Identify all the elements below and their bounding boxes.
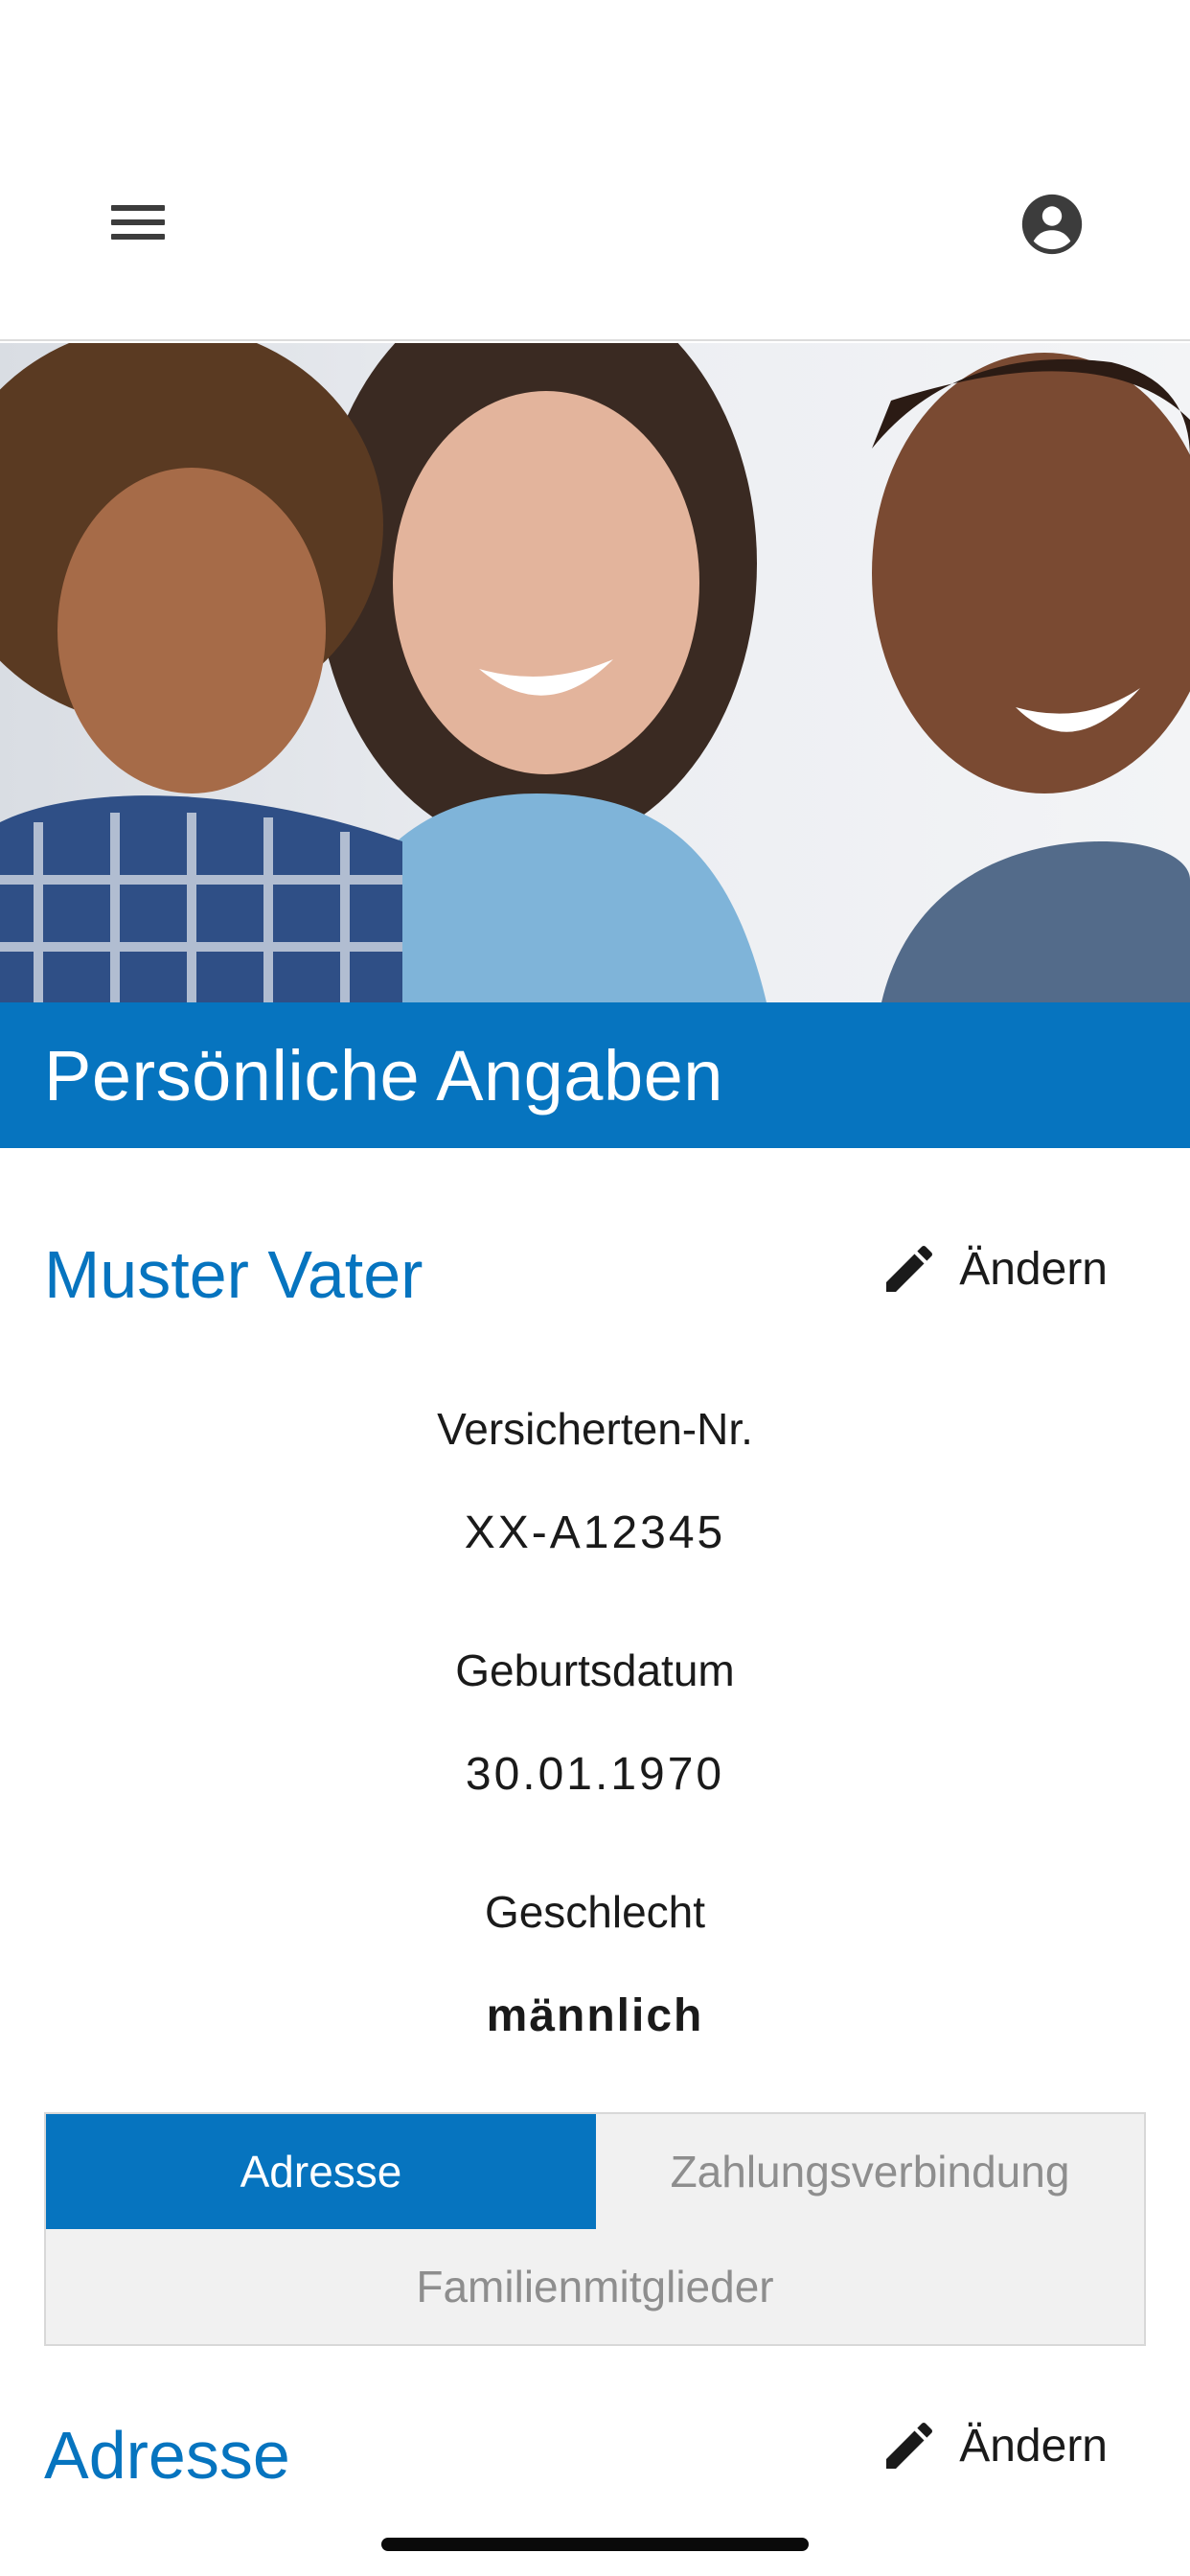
address-section-header: Adresse Ändern: [44, 2407, 1146, 2503]
field-label: Geburtsdatum: [455, 1645, 735, 1695]
tab-familienmitglieder[interactable]: Familienmitglieder: [46, 2229, 1144, 2344]
edit-address-button[interactable]: Ändern: [879, 2407, 1108, 2484]
pencil-icon: [886, 2422, 933, 2469]
tab-adresse[interactable]: Adresse: [46, 2114, 596, 2229]
birthdate-field: Geburtsdatum: [0, 1644, 1190, 1696]
field-label: Versicherten-Nr.: [437, 1404, 753, 1454]
tab-bar: Adresse Zahlungsverbindung Familienmitgl…: [44, 2112, 1146, 2346]
person-name: Muster Vater: [44, 1237, 423, 1312]
hamburger-menu-icon[interactable]: [103, 197, 172, 247]
field-label: Geschlecht: [484, 1887, 706, 1937]
section-header: Persönliche Angaben: [0, 1002, 1190, 1148]
edit-label: Ändern: [959, 2420, 1108, 2472]
address-title: Adresse: [44, 2418, 290, 2493]
edit-label: Ändern: [959, 1243, 1108, 1295]
field-value: XX-A12345: [464, 1507, 726, 1558]
insurance-number-field: Versicherten-Nr.: [0, 1403, 1190, 1455]
birthdate-value-row: 30.01.1970: [0, 1748, 1190, 1801]
account-circle-icon[interactable]: [1019, 192, 1085, 257]
gender-value-row: männlich: [0, 1990, 1190, 2042]
insurance-number-value-row: XX-A12345: [0, 1506, 1190, 1559]
gender-field: Geschlecht: [0, 1886, 1190, 1938]
person-name-row: Muster Vater Ändern: [44, 1230, 1146, 1326]
field-value: männlich: [486, 1990, 704, 2041]
page-title: Persönliche Angaben: [44, 1036, 723, 1116]
home-indicator[interactable]: [381, 2538, 809, 2551]
field-value: 30.01.1970: [465, 1749, 725, 1800]
tab-zahlungsverbindung[interactable]: Zahlungsverbindung: [596, 2114, 1144, 2229]
edit-personal-button[interactable]: Ändern: [879, 1230, 1108, 1307]
pencil-icon: [886, 1245, 933, 1292]
hero-family-image: [0, 343, 1190, 1002]
top-app-bar: [0, 0, 1190, 341]
